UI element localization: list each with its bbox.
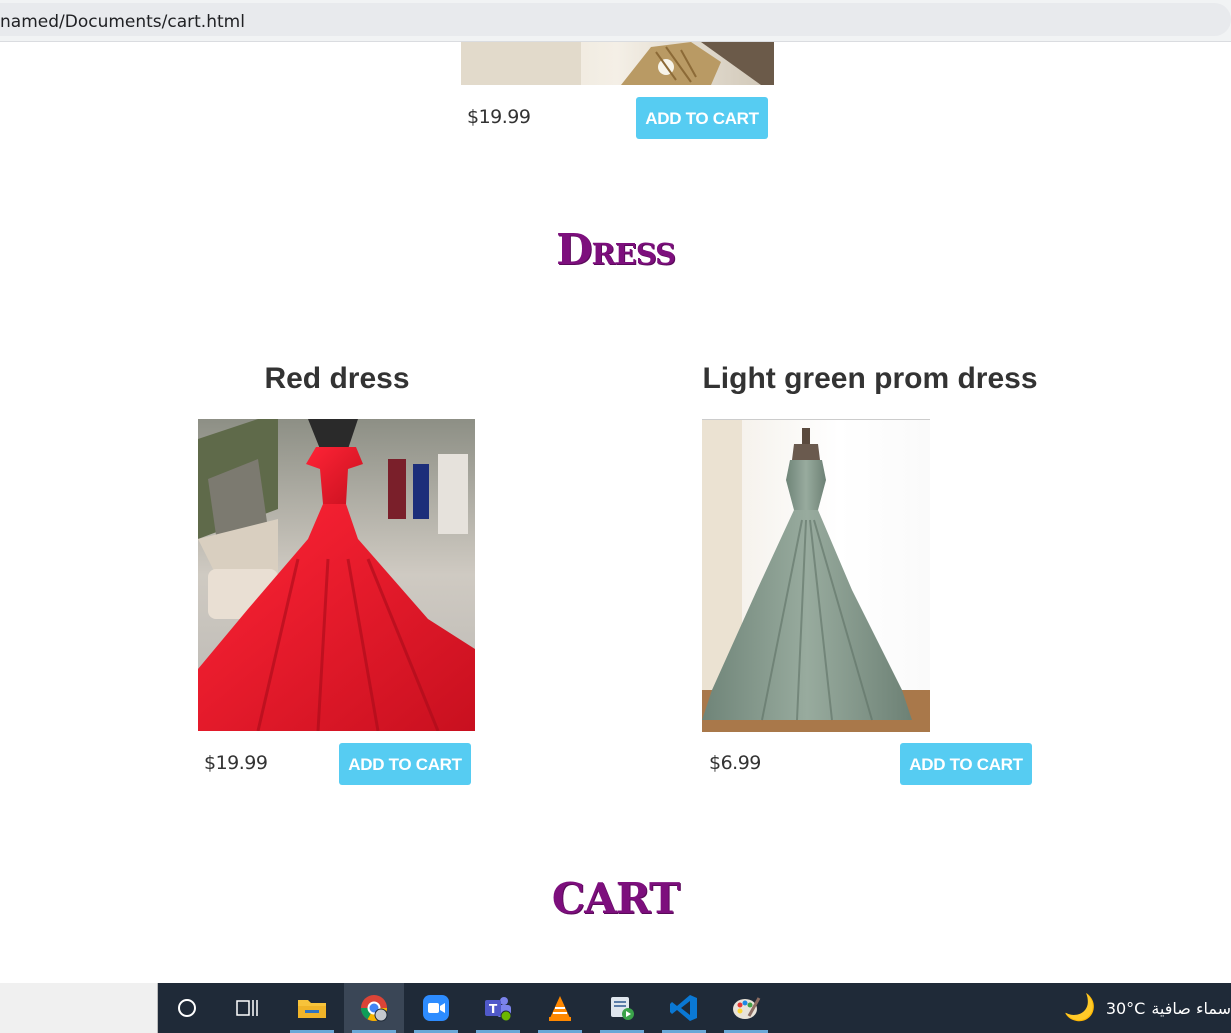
product-price-red-dress: $19.99 [204,752,268,774]
product-price-green-dress: $6.99 [709,752,761,774]
vlc-icon[interactable] [530,983,590,1033]
product-title-green-dress: Light green prom dress [702,362,1038,395]
chrome-icon[interactable] [344,983,404,1033]
media-icon[interactable] [592,983,652,1033]
product-image-top [461,42,774,85]
weather-widget[interactable]: 🌙 30°C سماء صافية [1063,983,1231,1033]
section-title-cart: CART [551,874,680,923]
task-view-icon[interactable] [217,983,277,1033]
browser-toolbar: named/Documents/cart.html [0,0,1231,42]
add-to-cart-button-green-dress[interactable]: ADD TO CART [900,743,1032,785]
product-title-red-dress: Red dress [264,362,410,395]
weather-temperature: 30°C [1105,998,1146,1018]
section-title-dress: Dress [556,225,676,274]
address-bar-url[interactable]: named/Documents/cart.html [0,12,245,32]
file-explorer-icon[interactable] [282,983,342,1033]
address-bar[interactable]: named/Documents/cart.html [0,3,1231,36]
product-image-green-dress [702,419,930,732]
svg-text:T: T [489,1002,498,1016]
product-image-red-dress [198,419,475,731]
add-to-cart-button-red-dress[interactable]: ADD TO CART [339,743,471,785]
paint-icon[interactable] [716,983,776,1033]
vscode-icon[interactable] [654,983,714,1033]
product-price-top: $19.99 [467,106,531,128]
zoom-icon[interactable] [406,983,466,1033]
taskbar: T 🌙 30°C سماء صافية [0,983,1231,1033]
page-content: $19.99 ADD TO CART Dress Red dress $19.9… [0,42,1231,983]
weather-description: سماء صافية [1151,998,1231,1018]
add-to-cart-button-top[interactable]: ADD TO CART [636,97,768,139]
teams-icon[interactable]: T [468,983,528,1033]
cortana-icon[interactable] [157,983,217,1033]
taskbar-search-area[interactable] [0,983,158,1033]
moon-icon: 🌙 [1063,993,1096,1023]
